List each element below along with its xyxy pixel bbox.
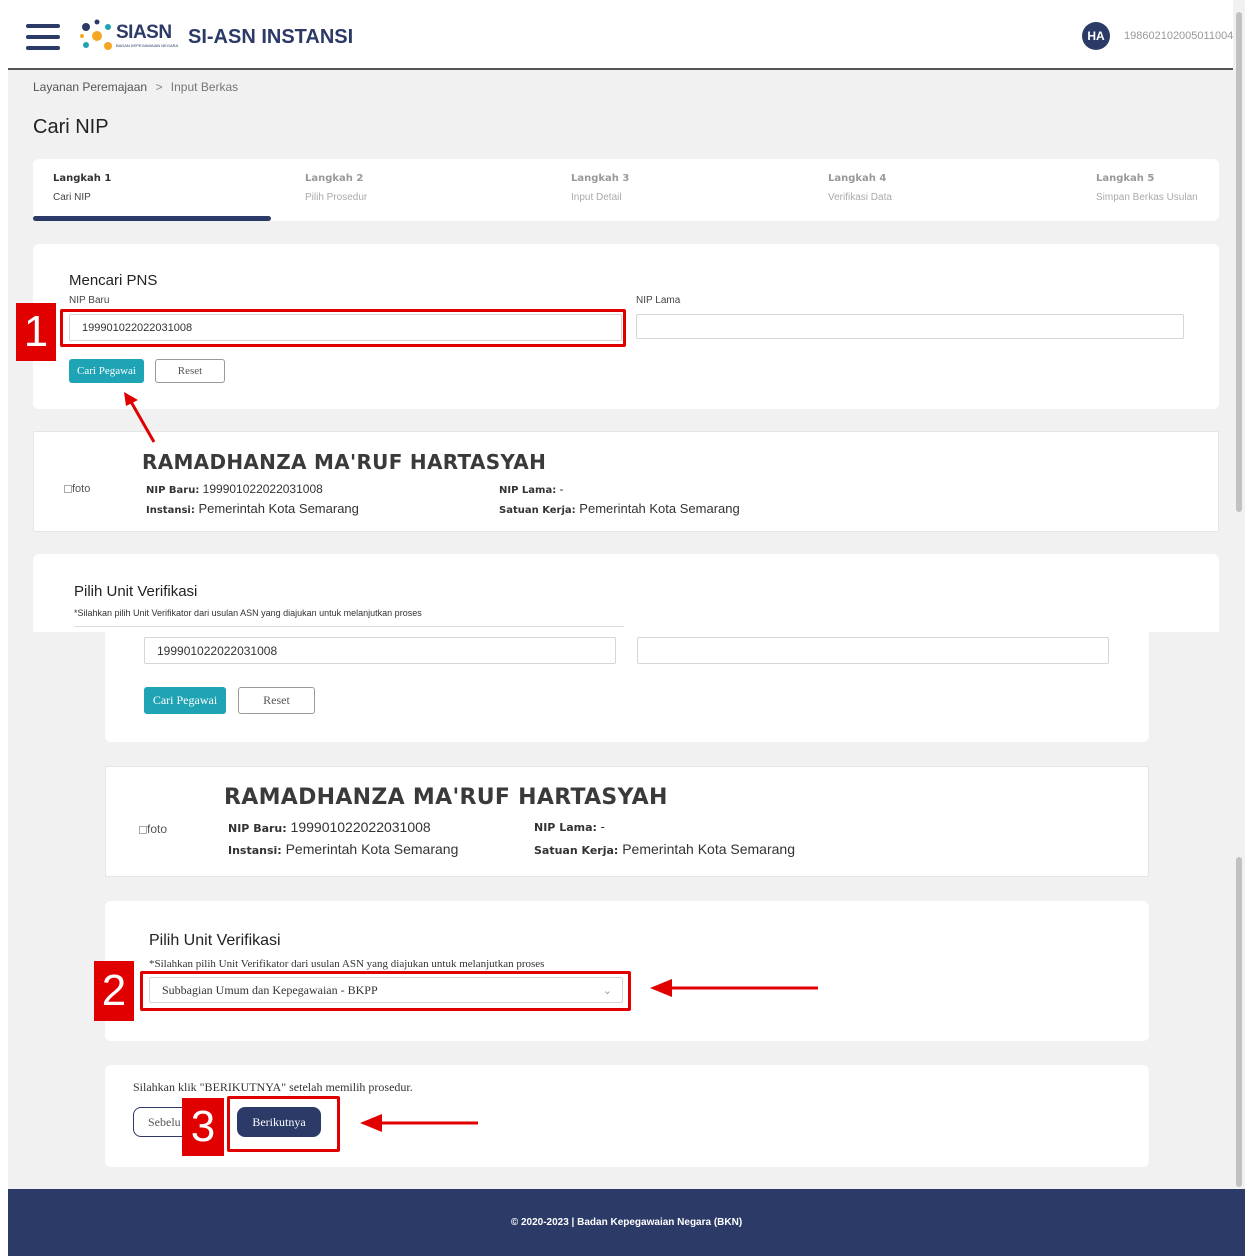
- instansi-row: Instansi: Pemerintah Kota Semarang: [146, 501, 359, 516]
- avatar[interactable]: HA: [1082, 22, 1110, 50]
- step-2: Langkah 2 Pilih Prosedur: [305, 173, 368, 203]
- verifikasi-hint: *Silahkan pilih Unit Verifikator dari us…: [74, 608, 422, 618]
- photo-placeholder: foto: [139, 822, 167, 836]
- breadcrumb-parent[interactable]: Layanan Peremajaan: [33, 80, 147, 94]
- scrollbar-bottom[interactable]: [1233, 632, 1245, 1189]
- verifikasi-heading: Pilih Unit Verifikasi: [149, 932, 281, 949]
- instansi-row: Instansi: Pemerintah Kota Semarang: [228, 841, 459, 857]
- verifikasi-card: Pilih Unit Verifikasi *Silahkan pilih Un…: [33, 554, 1219, 632]
- satker-row: Satuan Kerja: Pemerintah Kota Semarang: [499, 501, 740, 516]
- reset-button[interactable]: Reset: [155, 359, 225, 383]
- annotation-badge-1: 1: [16, 303, 56, 361]
- annotation-box-3: [227, 1096, 340, 1152]
- search-heading: Mencari PNS: [69, 272, 158, 289]
- step-3: Langkah 3 Input Detail: [571, 173, 630, 203]
- employee-name: RAMADHANZA MA'RUF HARTASYAH: [224, 785, 668, 810]
- satker-row: Satuan Kerja: Pemerintah Kota Semarang: [534, 841, 795, 857]
- broken-image-icon: [64, 485, 72, 494]
- nip-baru-input[interactable]: 199901022022031008: [144, 637, 616, 664]
- screenshot-bottom: 199901022022031008 Cari Pegawai Reset fo…: [8, 632, 1245, 1256]
- nip-lama-row: NIP Lama: -: [499, 482, 564, 496]
- stepper: Langkah 1 Cari NIP Langkah 2 Pilih Prose…: [33, 159, 1219, 221]
- annotation-badge-3: 3: [182, 1098, 224, 1156]
- app-header: SIASN BADAN KEPEGAWAIAN NEGARA SI-ASN IN…: [8, 0, 1245, 70]
- verifikasi-hint: *Silahkan pilih Unit Verifikator dari us…: [149, 958, 545, 970]
- user-nip[interactable]: 198602102005011004: [1124, 30, 1233, 42]
- step-progress-bar: [33, 216, 271, 221]
- nip-baru-label: NIP Baru: [69, 295, 110, 306]
- logo-text: SIASN: [116, 22, 172, 43]
- nip-lama-label: NIP Lama: [636, 295, 681, 306]
- cari-pegawai-button[interactable]: Cari Pegawai: [144, 687, 226, 714]
- action-hint: Silahkan klik "BERIKUTNYA" setelah memil…: [133, 1080, 413, 1094]
- footer-text: © 2020-2023 | Badan Kepegawaian Negara (…: [510, 1217, 743, 1228]
- breadcrumb: Layanan Peremajaan > Input Berkas: [33, 80, 238, 94]
- search-card-continued: 199901022022031008 Cari Pegawai Reset: [105, 632, 1149, 742]
- step-5: Langkah 5 Simpan Berkas Usulan: [1096, 173, 1198, 203]
- nip-baru-row: NIP Baru: 199901022022031008: [228, 819, 431, 835]
- annotation-box-2: [140, 971, 631, 1011]
- broken-image-icon: [139, 825, 147, 834]
- breadcrumb-current: Input Berkas: [170, 80, 239, 94]
- cari-pegawai-button[interactable]: Cari Pegawai: [69, 359, 144, 383]
- annotation-badge-2: 2: [94, 961, 134, 1021]
- photo-placeholder: foto: [64, 483, 90, 495]
- employee-card: foto RAMADHANZA MA'RUF HARTASYAH NIP Bar…: [33, 431, 1219, 532]
- annotation-arrow-2-icon: [650, 979, 818, 997]
- hamburger-menu-icon[interactable]: [26, 24, 60, 50]
- employee-card: foto RAMADHANZA MA'RUF HARTASYAH NIP Bar…: [105, 766, 1149, 877]
- step-4: Langkah 4 Verifikasi Data: [828, 173, 892, 203]
- nip-baru-row: NIP Baru: 199901022022031008: [146, 482, 323, 496]
- nip-lama-row: NIP Lama: -: [534, 819, 605, 834]
- step-1: Langkah 1 Cari NIP: [53, 173, 112, 203]
- logo-subtext: BADAN KEPEGAWAIAN NEGARA: [116, 43, 179, 48]
- verifikasi-select-edge: [74, 626, 624, 627]
- footer: © 2020-2023 | Badan Kepegawaian Negara (…: [8, 1189, 1245, 1256]
- breadcrumb-separator: >: [155, 80, 163, 94]
- employee-name: RAMADHANZA MA'RUF HARTASYAH: [142, 450, 547, 474]
- reset-button[interactable]: Reset: [238, 687, 315, 714]
- annotation-arrow-3-icon: [360, 1114, 478, 1132]
- annotation-arrow-1-icon: [124, 392, 156, 443]
- siasn-logo-icon: [80, 19, 112, 50]
- app-title: SI-ASN INSTANSI: [188, 26, 354, 48]
- scrollbar-top[interactable]: [1233, 0, 1245, 632]
- annotation-box-1: [60, 309, 626, 347]
- nip-lama-input[interactable]: [637, 637, 1109, 664]
- nip-lama-input[interactable]: [636, 314, 1184, 339]
- page-title: Cari NIP: [33, 116, 109, 138]
- verifikasi-heading: Pilih Unit Verifikasi: [74, 583, 198, 600]
